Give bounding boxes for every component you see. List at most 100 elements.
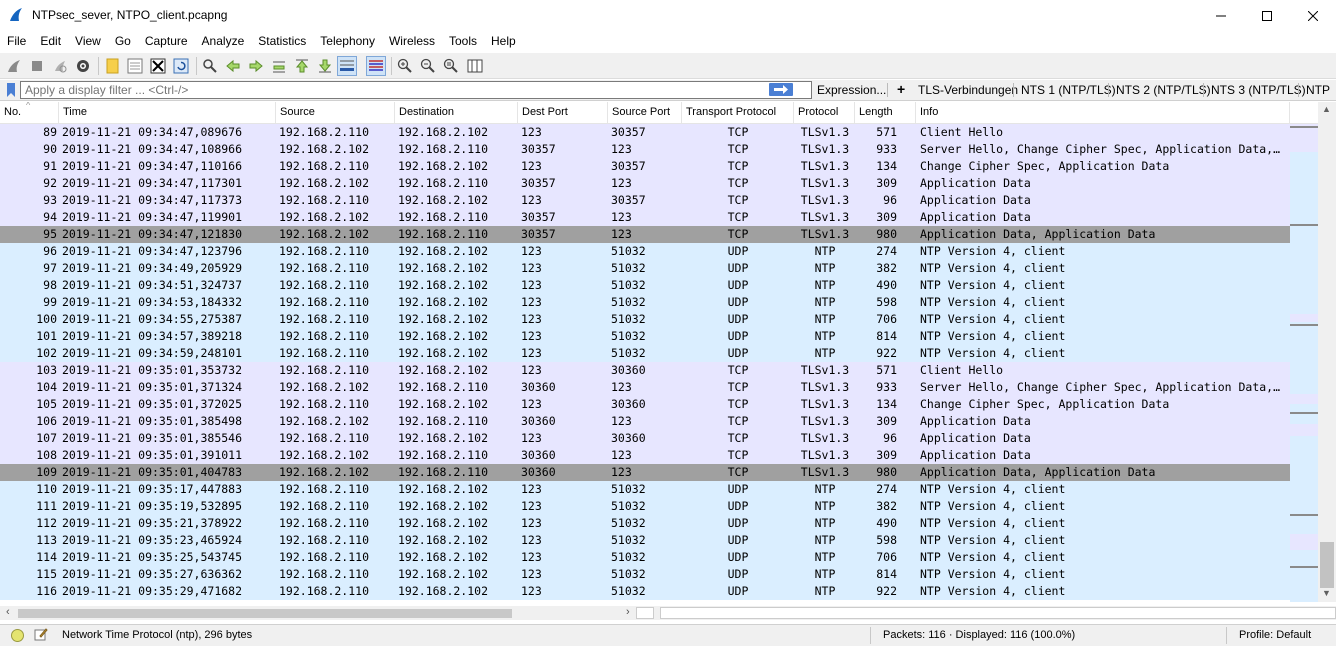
menu-tools[interactable]: Tools — [442, 32, 484, 52]
save-file-button[interactable] — [125, 56, 145, 76]
close-file-button[interactable] — [148, 56, 168, 76]
menu-analyze[interactable]: Analyze — [195, 32, 252, 52]
capture-options-button[interactable] — [73, 56, 93, 76]
open-file-button[interactable] — [103, 56, 123, 76]
table-row[interactable]: 108 2019-11-21 09:35:01,391011 192.168.2.1… — [0, 447, 1290, 464]
column-header-info[interactable]: Info — [916, 102, 1290, 124]
profile-label[interactable]: Profile: Default — [1239, 629, 1311, 641]
menu-telephony[interactable]: Telephony — [313, 32, 382, 52]
table-row[interactable]: 98 2019-11-21 09:34:51,324737 192.168.2.11… — [0, 277, 1290, 294]
zoom-normal-button[interactable] — [441, 56, 461, 76]
zoom-out-button[interactable] — [418, 56, 438, 76]
table-row[interactable]: 103 2019-11-21 09:35:01,353732 192.168.2.1… — [0, 362, 1290, 379]
column-header-protocol[interactable]: Protocol — [794, 102, 855, 124]
menu-statistics[interactable]: Statistics — [251, 32, 313, 52]
table-row[interactable]: 115 2019-11-21 09:35:27,636362 192.168.2.1… — [0, 566, 1290, 583]
scroll-right-icon[interactable]: › — [626, 606, 630, 618]
details-pane-collapsed[interactable] — [660, 607, 1336, 619]
minimize-button[interactable] — [1198, 0, 1244, 32]
table-row[interactable]: 93 2019-11-21 09:34:47,117373 192.168.2.11… — [0, 192, 1290, 209]
menu-capture[interactable]: Capture — [138, 32, 195, 52]
display-filter-input[interactable] — [20, 81, 812, 99]
cell-len: 309 — [876, 176, 897, 190]
table-row[interactable]: 99 2019-11-21 09:34:53,184332 192.168.2.11… — [0, 294, 1290, 311]
edit-comment-icon[interactable] — [34, 627, 48, 641]
table-row[interactable]: 112 2019-11-21 09:35:21,378922 192.168.2.1… — [0, 515, 1290, 532]
column-header-transport-protocol[interactable]: Transport Protocol — [682, 102, 794, 124]
menu-view[interactable]: View — [68, 32, 108, 52]
menu-go[interactable]: Go — [108, 32, 138, 52]
horizontal-scrollbar[interactable]: ‹ › — [0, 606, 1336, 620]
horizontal-scroll-thumb[interactable] — [18, 609, 512, 618]
pane-splitter[interactable] — [636, 607, 654, 619]
scroll-down-icon[interactable]: ▼ — [1322, 588, 1331, 598]
autoscroll-button[interactable] — [337, 56, 357, 76]
cell-tproto: UDP — [727, 567, 749, 581]
column-header-time[interactable]: Time — [59, 102, 276, 124]
table-row[interactable]: 111 2019-11-21 09:35:19,532895 192.168.2.1… — [0, 498, 1290, 515]
table-row[interactable]: 97 2019-11-21 09:34:49,205929 192.168.2.11… — [0, 260, 1290, 277]
cell-no: 115 — [36, 567, 57, 581]
table-row[interactable]: 89 2019-11-21 09:34:47,089676 192.168.2.11… — [0, 124, 1290, 141]
go-to-packet-button[interactable] — [269, 56, 289, 76]
column-header-length[interactable]: Length — [855, 102, 916, 124]
column-header-dest-port[interactable]: Dest Port — [518, 102, 608, 124]
zoom-in-button[interactable] — [395, 56, 415, 76]
packet-minimap[interactable] — [1290, 124, 1318, 602]
table-row[interactable]: 90 2019-11-21 09:34:47,108966 192.168.2.10… — [0, 141, 1290, 158]
table-row[interactable]: 114 2019-11-21 09:35:25,543745 192.168.2.1… — [0, 549, 1290, 566]
column-header-source[interactable]: Source — [276, 102, 395, 124]
table-row[interactable]: 92 2019-11-21 09:34:47,117301 192.168.2.10… — [0, 175, 1290, 192]
table-row[interactable]: 96 2019-11-21 09:34:47,123796 192.168.2.11… — [0, 243, 1290, 260]
vertical-scroll-thumb[interactable] — [1320, 542, 1334, 588]
go-last-packet-button[interactable] — [315, 56, 335, 76]
filter-button-nts-1[interactable]: NTS 1 (NTP/TLS) — [1021, 83, 1116, 97]
go-first-packet-button[interactable] — [292, 56, 312, 76]
filter-button-tls-verbindungen[interactable]: TLS-Verbindungen — [918, 83, 1018, 97]
colorize-button[interactable] — [366, 56, 386, 76]
table-row[interactable]: 94 2019-11-21 09:34:47,119901 192.168.2.10… — [0, 209, 1290, 226]
stop-capture-button[interactable] — [27, 56, 47, 76]
table-row[interactable]: 95 2019-11-21 09:34:47,121830 192.168.2.10… — [0, 226, 1290, 243]
add-filter-button-icon[interactable]: + — [897, 81, 905, 97]
filter-button-nts-3[interactable]: NTS 3 (NTP/TLS) — [1211, 83, 1306, 97]
column-header-source-port[interactable]: Source Port — [608, 102, 682, 124]
menu-file[interactable]: File — [0, 32, 33, 52]
table-row[interactable]: 101 2019-11-21 09:34:57,389218 192.168.2.1… — [0, 328, 1290, 345]
close-window-button[interactable] — [1290, 0, 1336, 32]
menu-help[interactable]: Help — [484, 32, 523, 52]
scroll-up-icon[interactable]: ▲ — [1322, 104, 1331, 114]
expert-info-icon[interactable] — [11, 629, 24, 642]
column-header-destination[interactable]: Destination — [395, 102, 518, 124]
expression-button[interactable]: Expression... — [817, 83, 886, 97]
filter-button-nts-2[interactable]: NTS 2 (NTP/TLS) — [1116, 83, 1211, 97]
find-packet-button[interactable] — [200, 56, 220, 76]
column-header-no[interactable]: ^ No. — [0, 102, 59, 124]
scroll-left-icon[interactable]: ‹ — [6, 606, 10, 618]
table-row[interactable]: 109 2019-11-21 09:35:01,404783 192.168.2.1… — [0, 464, 1290, 481]
table-row[interactable]: 106 2019-11-21 09:35:01,385498 192.168.2.1… — [0, 413, 1290, 430]
filter-button-ntp[interactable]: NTP — [1306, 83, 1330, 97]
table-row[interactable]: 107 2019-11-21 09:35:01,385546 192.168.2.1… — [0, 430, 1290, 447]
table-row[interactable]: 91 2019-11-21 09:34:47,110166 192.168.2.11… — [0, 158, 1290, 175]
table-row[interactable]: 116 2019-11-21 09:35:29,471682 192.168.2.1… — [0, 583, 1290, 600]
table-row[interactable]: 102 2019-11-21 09:34:59,248101 192.168.2.1… — [0, 345, 1290, 362]
resize-columns-button[interactable] — [465, 56, 485, 76]
restart-capture-button[interactable] — [50, 56, 70, 76]
table-row[interactable]: 104 2019-11-21 09:35:01,371324 192.168.2.1… — [0, 379, 1290, 396]
menu-edit[interactable]: Edit — [33, 32, 68, 52]
go-back-button[interactable] — [223, 56, 243, 76]
maximize-button[interactable] — [1244, 0, 1290, 32]
table-row[interactable]: 110 2019-11-21 09:35:17,447883 192.168.2.1… — [0, 481, 1290, 498]
table-row[interactable]: 113 2019-11-21 09:35:23,465924 192.168.2.1… — [0, 532, 1290, 549]
bookmark-icon[interactable] — [6, 83, 16, 97]
vertical-scrollbar[interactable]: ▲ ▼ — [1318, 102, 1336, 602]
table-row[interactable]: 100 2019-11-21 09:34:55,275387 192.168.2.1… — [0, 311, 1290, 328]
go-forward-button[interactable] — [246, 56, 266, 76]
apply-filter-button[interactable] — [769, 83, 793, 96]
menu-wireless[interactable]: Wireless — [382, 32, 442, 52]
table-row[interactable]: 105 2019-11-21 09:35:01,372025 192.168.2.1… — [0, 396, 1290, 413]
cell-len: 922 — [876, 346, 897, 360]
start-capture-button[interactable] — [4, 56, 24, 76]
reload-file-button[interactable] — [171, 56, 191, 76]
